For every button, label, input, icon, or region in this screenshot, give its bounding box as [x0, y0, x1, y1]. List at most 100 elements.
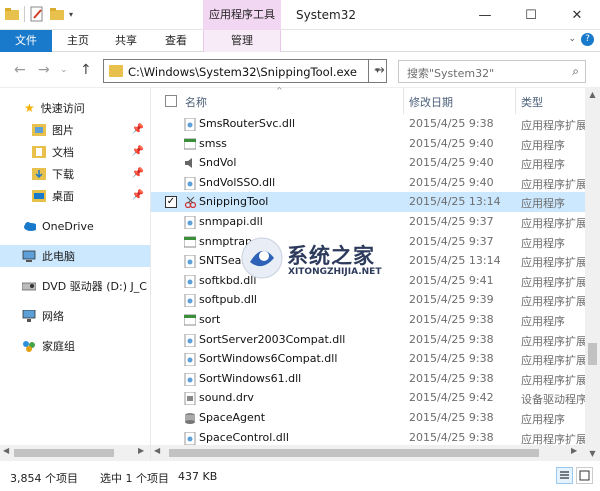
file-row[interactable]: SortWindows61.dll 2015/4/25 9:38 应用程序扩展 [151, 369, 585, 389]
column-name[interactable]: 名称 [185, 94, 207, 110]
nav-downloads[interactable]: 下载 📌 [0, 163, 150, 185]
scroll-right-icon[interactable]: ▶ [571, 446, 577, 455]
file-row[interactable]: sort 2015/4/25 9:38 应用程序 [151, 310, 585, 330]
tab-view[interactable]: 查看 [156, 30, 196, 52]
recent-locations-icon[interactable]: ⌄ [60, 65, 68, 75]
column-date[interactable]: 修改日期 [409, 94, 453, 110]
large-icons-view-button[interactable] [576, 467, 593, 484]
file-row[interactable]: SpaceAgent 2015/4/25 9:38 应用程序 [151, 408, 585, 428]
scroll-up-icon[interactable]: ▲ [585, 88, 600, 102]
scroll-left-icon[interactable]: ◀ [154, 446, 160, 455]
nav-onedrive[interactable]: OneDrive [0, 215, 150, 237]
file-name: softkbd.dll [199, 273, 257, 287]
tab-home[interactable]: 主页 [58, 30, 98, 52]
file-type: 应用程序 [521, 413, 565, 426]
customize-qat-icon[interactable]: ▾ [69, 10, 73, 19]
file-type: 应用程序扩展 [521, 354, 585, 368]
downloads-icon [32, 168, 46, 180]
tab-manage[interactable]: 管理 [222, 30, 262, 52]
back-arrow-icon[interactable]: ← [14, 62, 26, 78]
scroll-thumb[interactable] [169, 449, 539, 457]
file-row[interactable]: snmpapi.dll 2015/4/25 9:37 应用程序扩展 [151, 212, 585, 232]
nav-downloads-label: 下载 [52, 168, 74, 181]
file-row[interactable]: SortWindows6Compat.dll 2015/4/25 9:38 应用程序… [151, 349, 585, 369]
up-arrow-icon[interactable]: ↑ [80, 62, 92, 78]
nav-network[interactable]: 网络 [0, 305, 150, 327]
expand-ribbon-icon[interactable]: ⌄ [568, 34, 576, 44]
dvd-drive-icon [22, 282, 36, 291]
nav-horizontal-scrollbar[interactable]: ◀ ▶ [0, 445, 150, 461]
scroll-left-icon[interactable]: ◀ [3, 446, 9, 455]
search-icon: ⌕ [572, 64, 579, 78]
select-all-checkbox[interactable] [165, 95, 177, 107]
file-name: sort [199, 313, 221, 326]
scroll-right-icon[interactable]: ▶ [138, 446, 144, 455]
network-icon [22, 310, 36, 322]
search-box[interactable]: 搜索"System32" ⌕ [398, 60, 586, 83]
nav-pictures[interactable]: 图片 📌 [0, 119, 150, 141]
row-checkbox[interactable]: ✓ [165, 196, 177, 209]
file-row[interactable]: SndVolSSO.dll 2015/4/25 9:40 应用程序扩展 [151, 173, 585, 193]
disk-file-icon [184, 412, 196, 424]
file-date: 2015/4/25 13:14 [409, 195, 501, 209]
separator [24, 6, 25, 22]
pin-icon: 📌 [131, 190, 144, 201]
column-divider[interactable] [515, 88, 516, 114]
file-name: snmpapi.dll [199, 215, 263, 228]
nav-onedrive-label: OneDrive [42, 219, 94, 233]
nav-this-pc[interactable]: 此电脑 [0, 245, 150, 267]
go-arrow-icon[interactable]: → [374, 63, 385, 78]
minimize-button[interactable]: — [462, 0, 508, 30]
exe-file-icon [183, 314, 197, 326]
file-date: 2015/4/25 9:40 [409, 156, 494, 170]
tab-share[interactable]: 共享 [106, 30, 146, 52]
nav-dvd-drive[interactable]: DVD 驱动器 (D:) J_C [0, 275, 150, 297]
maximize-button[interactable]: ☐ [508, 0, 554, 30]
file-row[interactable]: snmptrap 2015/4/25 9:37 应用程序 [151, 232, 585, 252]
file-row[interactable]: sound.drv 2015/4/25 9:42 设备驱动程序 [151, 388, 585, 408]
documents-icon [32, 146, 46, 158]
nav-desktop[interactable]: 桌面 📌 [0, 185, 150, 207]
column-type[interactable]: 类型 [521, 94, 543, 110]
horizontal-scrollbar[interactable]: ◀ ▶ [151, 445, 585, 461]
scroll-down-icon[interactable]: ▼ [585, 447, 600, 461]
file-date: 2015/4/25 9:41 [409, 273, 494, 287]
file-row[interactable]: SNTSearch.dll 2015/4/25 13:14 应用程序扩展 [151, 251, 585, 271]
file-type: 应用程序 [521, 138, 565, 152]
file-type: 应用程序 [521, 197, 565, 211]
file-row[interactable]: softpub.dll 2015/4/25 9:39 应用程序扩展 [151, 290, 585, 310]
file-row[interactable]: SortServer2003Compat.dll 2015/4/25 9:38 应用… [151, 330, 585, 350]
exe-file-icon [183, 236, 197, 248]
snip-file-icon [184, 196, 197, 209]
properties-icon[interactable] [29, 6, 45, 22]
scroll-thumb[interactable] [14, 449, 114, 457]
file-row[interactable]: SmsRouterSvc.dll 2015/4/25 9:38 应用程序扩展 [151, 114, 585, 134]
computer-icon [22, 250, 36, 262]
nav-quick-access[interactable]: ★ 快速访问 [0, 97, 150, 119]
file-row[interactable]: softkbd.dll 2015/4/25 9:41 应用程序扩展 [151, 271, 585, 291]
help-icon[interactable]: ? [581, 33, 594, 46]
nav-documents[interactable]: 文档 📌 [0, 141, 150, 163]
file-date: 2015/4/25 9:38 [409, 117, 494, 130]
file-row[interactable]: ✓ SnippingTool 2015/4/25 13:14 应用程序 [151, 192, 585, 212]
address-field[interactable]: C:\Windows\System32\SnippingTool.exe [103, 59, 369, 83]
scroll-thumb[interactable] [588, 343, 597, 365]
nav-pictures-label: 图片 [52, 124, 74, 137]
pin-icon: 📌 [131, 124, 144, 135]
column-divider[interactable] [403, 88, 404, 114]
file-row[interactable]: SndVol 2015/4/25 9:40 应用程序 [151, 153, 585, 173]
file-name: SndVol [199, 156, 237, 170]
close-button[interactable]: ✕ [554, 0, 600, 30]
file-row[interactable]: smss 2015/4/25 9:40 应用程序 [151, 134, 585, 154]
file-type: 应用程序 [521, 158, 565, 172]
file-name: SndVolSSO.dll [199, 175, 276, 189]
file-date: 2015/4/25 9:37 [409, 215, 494, 228]
tab-file[interactable]: 文件 [0, 30, 52, 52]
file-name: SnippingTool [199, 195, 269, 209]
details-view-button[interactable] [556, 467, 573, 484]
nav-homegroup[interactable]: 家庭组 [0, 335, 150, 357]
new-folder-icon[interactable] [49, 6, 65, 22]
forward-arrow-icon[interactable]: → [38, 62, 50, 78]
vertical-scrollbar[interactable]: ▲ ▼ [585, 88, 600, 461]
dll-file-icon [184, 431, 196, 446]
